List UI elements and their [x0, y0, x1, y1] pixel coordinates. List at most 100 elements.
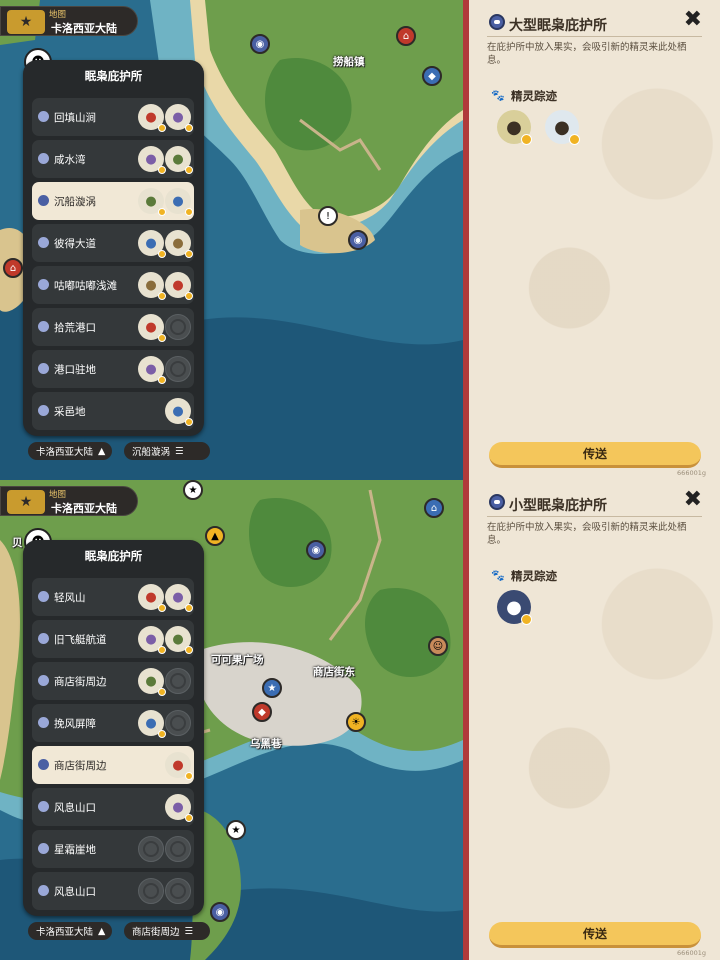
house-pin-icon[interactable]: ⌂ [3, 258, 23, 278]
sanctuary-row[interactable]: 风息山口 [32, 872, 194, 910]
sanctuary-detail-card: 小型眠枭庇护所 ✖ 在庇护所中放入果实，会吸引新的精灵来此处栖息。 🐾 精灵踪迹… [469, 480, 720, 960]
spirit-track-portrait-icon[interactable]: ● [497, 590, 532, 625]
house-pin-icon[interactable]: ⌂ [424, 498, 444, 518]
spirit-portrait-icon: ● [165, 626, 193, 654]
area-selector[interactable]: 商店街周边 ☰ [124, 922, 210, 940]
star-pin-icon[interactable]: ★ [226, 820, 246, 840]
spirit-portrait-icon: ● [138, 356, 166, 384]
sanctuary-list-panel: 眠枭庇护所 轻风山 ● ● 旧飞艇航道 ● ● 商店街周边 ● 挽风屏障 ● 商店街周边 ● 风息山口 ●… [23, 540, 204, 916]
sanctuary-row[interactable]: 拾荒港口 ● [32, 308, 194, 346]
sanctuary-row-name: 轻风山 [54, 592, 86, 604]
sanctuary-icon [38, 153, 49, 164]
spirit-track-portrait-icon[interactable]: ● [497, 110, 532, 145]
sanctuary-row[interactable]: 采邑地 ● [32, 392, 194, 430]
shop-pin-icon[interactable]: ◆ [252, 702, 272, 722]
town-label[interactable]: 可可果广场 [211, 652, 264, 667]
region-selector[interactable]: 卡洛西亚大陆 ▲ [28, 442, 112, 460]
sanctuary-row[interactable]: 风息山口 ● [32, 788, 194, 826]
moon-badge-icon [158, 292, 166, 300]
edge-label: 贝 [12, 537, 23, 549]
sanctuary-row[interactable]: 旧飞艇航道 ● ● [32, 620, 194, 658]
teleport-button[interactable]: 传送 [489, 442, 701, 468]
map-header-badge[interactable]: ★ 地图 卡洛西亚大陆 [0, 6, 138, 36]
sanctuary-icon [38, 405, 49, 416]
sanctuary-pin-icon[interactable]: ◉ [348, 230, 368, 250]
sanctuary-row[interactable]: 咸水湾 ● ● [32, 140, 194, 178]
triangle-up-icon: ▲ [98, 925, 106, 937]
event-pin-icon[interactable]: ☀ [346, 712, 366, 732]
empty-slot-icon [165, 710, 191, 736]
sanctuary-row-name: 商店街周边 [54, 760, 107, 772]
sanctuary-row[interactable]: 商店街周边 ● [32, 662, 194, 700]
spirit-portrait-icon: ● [165, 104, 193, 132]
sanctuary-pin-icon[interactable]: ◉ [210, 902, 230, 922]
spirit-portrait-icon: ● [165, 794, 193, 822]
sanctuary-row[interactable]: 咕嘟咕嘟浅滩 ● ● [32, 266, 194, 304]
moon-badge-icon [185, 604, 193, 612]
moon-badge-icon [185, 166, 193, 174]
region-selector-label: 卡洛西亚大陆 [36, 447, 94, 458]
sanctuary-detail-card: 大型眠枭庇护所 ✖ 在庇护所中放入果实，会吸引新的精灵来此处栖息。 🐾 精灵踪迹… [469, 0, 720, 480]
spirit-portrait-icon: ● [138, 710, 166, 738]
town-label[interactable]: 乌黑巷 [250, 736, 282, 751]
spirit-portrait-icon: ● [138, 272, 166, 300]
sanctuary-row[interactable]: 轻风山 ● ● [32, 578, 194, 616]
sanctuary-list: 回填山涧 ● ● 咸水湾 ● ● 沉船漩涡 ● ● 彼得大道 ● ● 咕嘟咕嘟浅滩 ● ● 拾荒港口 ● 港口驻地… [32, 98, 194, 434]
sanctuary-row[interactable]: 回填山涧 ● ● [32, 98, 194, 136]
npc-pin-icon[interactable]: ☺ [428, 636, 448, 656]
sanctuary-icon [38, 237, 49, 248]
sanctuary-pin-icon[interactable]: ◉ [306, 540, 326, 560]
sanctuary-icon [38, 195, 49, 206]
moon-badge-icon [158, 688, 166, 696]
sanctuary-icon [38, 591, 49, 602]
divider [487, 516, 702, 517]
spirit-portrait-icon: ● [165, 398, 193, 426]
spirit-track-portrait-icon[interactable]: ● [545, 110, 580, 145]
sanctuary-icon [38, 843, 49, 854]
quest-pin-icon[interactable]: ▲ [205, 526, 225, 546]
town-label[interactable]: 商店街东 [313, 664, 355, 679]
screen-top: 捞船镇 ! ◉ ◉ ◆ ⌂ ⌂ ★ 地图 卡洛西亚大陆 ☻ 眠枭庇护所 回填山涧… [0, 0, 720, 480]
empty-slot-icon [165, 356, 191, 382]
region-selector[interactable]: 卡洛西亚大陆 ▲ [28, 922, 112, 940]
sanctuary-row-name: 拾荒港口 [54, 322, 96, 334]
screen-bottom: 可可果广场 商店街东 乌黑巷 贝 ◉ ⌂ ★ ▲ ◆ ★ ☀ ☺ ★ ◉ ★ 地… [0, 480, 720, 960]
teleport-button[interactable]: 传送 [489, 922, 701, 948]
world-map[interactable]: 捞船镇 ! ◉ ◉ ◆ ⌂ ⌂ ★ 地图 卡洛西亚大陆 ☻ 眠枭庇护所 回填山涧… [0, 0, 463, 480]
spirit-portrait-icon: ● [165, 272, 193, 300]
sanctuary-pin-icon[interactable]: ◉ [250, 34, 270, 54]
moon-badge-icon [185, 292, 193, 300]
map-logo-icon: ★ [7, 10, 45, 34]
list-icon: ☰ [175, 445, 184, 457]
sanctuary-icon [38, 363, 49, 374]
map-header-badge[interactable]: ★ 地图 卡洛西亚大陆 [0, 486, 138, 516]
moon-badge-icon [185, 646, 193, 654]
sanctuary-row[interactable]: 沉船漩涡 ● ● [32, 182, 194, 220]
sanctuary-icon [489, 14, 505, 30]
moon-badge-icon [185, 124, 193, 132]
alert-pin-icon[interactable]: ! [318, 206, 338, 226]
town-label[interactable]: 捞船镇 [333, 54, 365, 69]
shop-pin-icon[interactable]: ★ [262, 678, 282, 698]
world-map[interactable]: 可可果广场 商店街东 乌黑巷 贝 ◉ ⌂ ★ ▲ ◆ ★ ☀ ☺ ★ ◉ ★ 地… [0, 480, 463, 960]
sanctuary-row[interactable]: 星霜崖地 [32, 830, 194, 868]
sanctuary-row[interactable]: 港口驻地 ● [32, 350, 194, 388]
sanctuary-row[interactable]: 彼得大道 ● ● [32, 224, 194, 262]
sanctuary-icon [38, 801, 49, 812]
house-pin-icon[interactable]: ⌂ [396, 26, 416, 46]
map-logo-icon: ★ [7, 490, 45, 514]
close-button[interactable]: ✖ [684, 488, 702, 512]
close-button[interactable]: ✖ [684, 8, 702, 32]
star-pin-icon[interactable]: ★ [183, 480, 203, 500]
sanctuary-row[interactable]: 挽风屏障 ● [32, 704, 194, 742]
area-selector[interactable]: 沉船漩涡 ☰ [124, 442, 210, 460]
sanctuary-title: 大型眠枭庇护所 [509, 18, 607, 34]
location-pin-icon[interactable]: ◆ [422, 66, 442, 86]
build-code: 666001g [677, 469, 706, 477]
sanctuary-icon [489, 494, 505, 510]
build-code: 666001g [677, 949, 706, 957]
sanctuary-row[interactable]: 商店街周边 ● [32, 746, 194, 784]
sanctuary-row-name: 风息山口 [54, 802, 96, 814]
area-selector-label: 沉船漩涡 [132, 447, 171, 458]
moon-badge-icon [521, 134, 532, 145]
